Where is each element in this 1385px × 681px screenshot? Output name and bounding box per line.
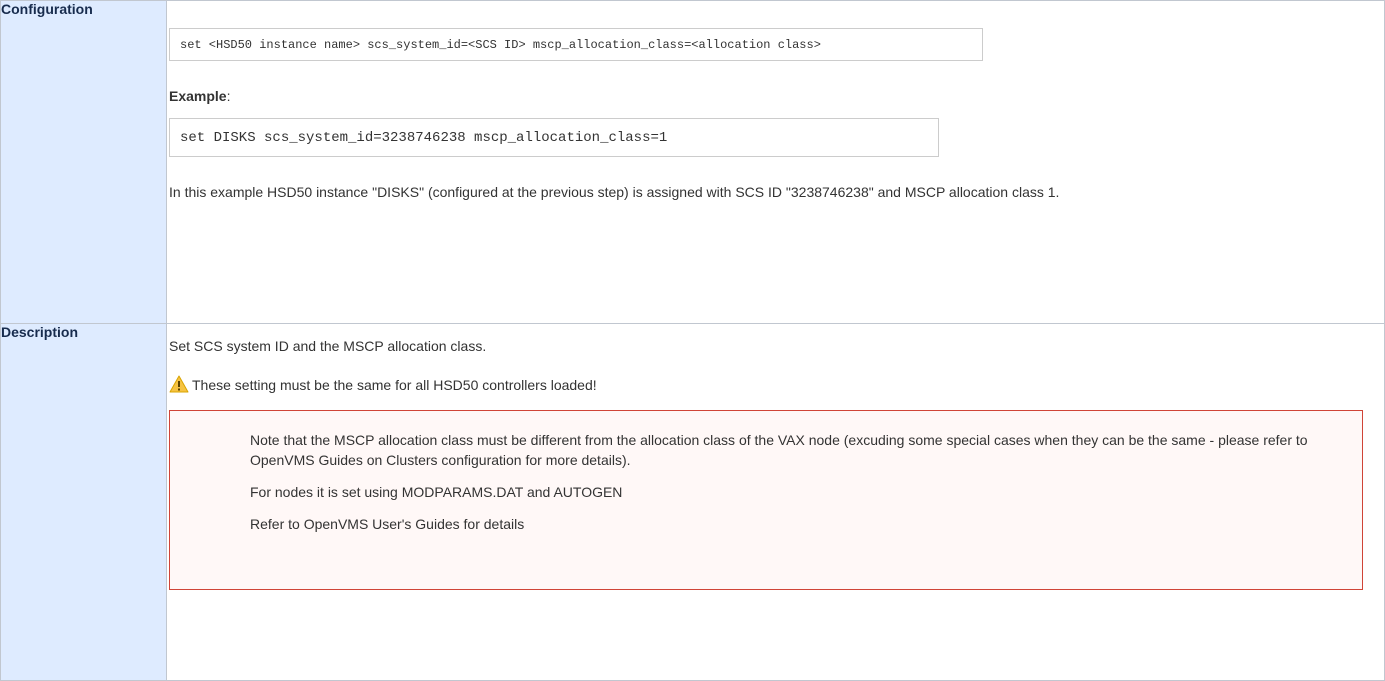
example-label: Example: [169,88,1384,104]
description-summary: Set SCS system ID and the MSCP allocatio… [169,338,487,354]
configuration-table: Configuration set <HSD50 instance name> … [0,0,1385,681]
example-code-block[interactable]: set DISKS scs_system_id=3238746238 mscp_… [169,118,939,157]
configuration-header: Configuration [0,0,167,324]
note-paragraph: For nodes it is set using MODPARAMS.DAT … [250,484,623,500]
warning-line: These setting must be the same for all H… [169,375,1384,394]
note-panel: Note that the MSCP allocation class must… [169,410,1363,590]
example-label-colon: : [226,88,231,104]
syntax-code-block[interactable]: set <HSD50 instance name> scs_system_id=… [169,28,983,61]
warning-icon [169,375,189,393]
warning-text: These setting must be the same for all H… [192,377,597,393]
description-header: Description [0,323,167,681]
description-row: Description Set SCS system ID and the MS… [0,323,1385,681]
example-label-text: Example [169,88,227,104]
configuration-row: Configuration set <HSD50 instance name> … [0,0,1385,324]
note-paragraph: Refer to OpenVMS User's Guides for detai… [250,516,525,532]
warning-icon-svg [169,375,189,393]
note-paragraph: Note that the MSCP allocation class must… [250,432,1308,468]
configuration-cell: set <HSD50 instance name> scs_system_id=… [166,0,1385,324]
example-explanation: In this example HSD50 instance "DISKS" (… [169,184,1060,200]
description-cell: Set SCS system ID and the MSCP allocatio… [166,323,1385,681]
